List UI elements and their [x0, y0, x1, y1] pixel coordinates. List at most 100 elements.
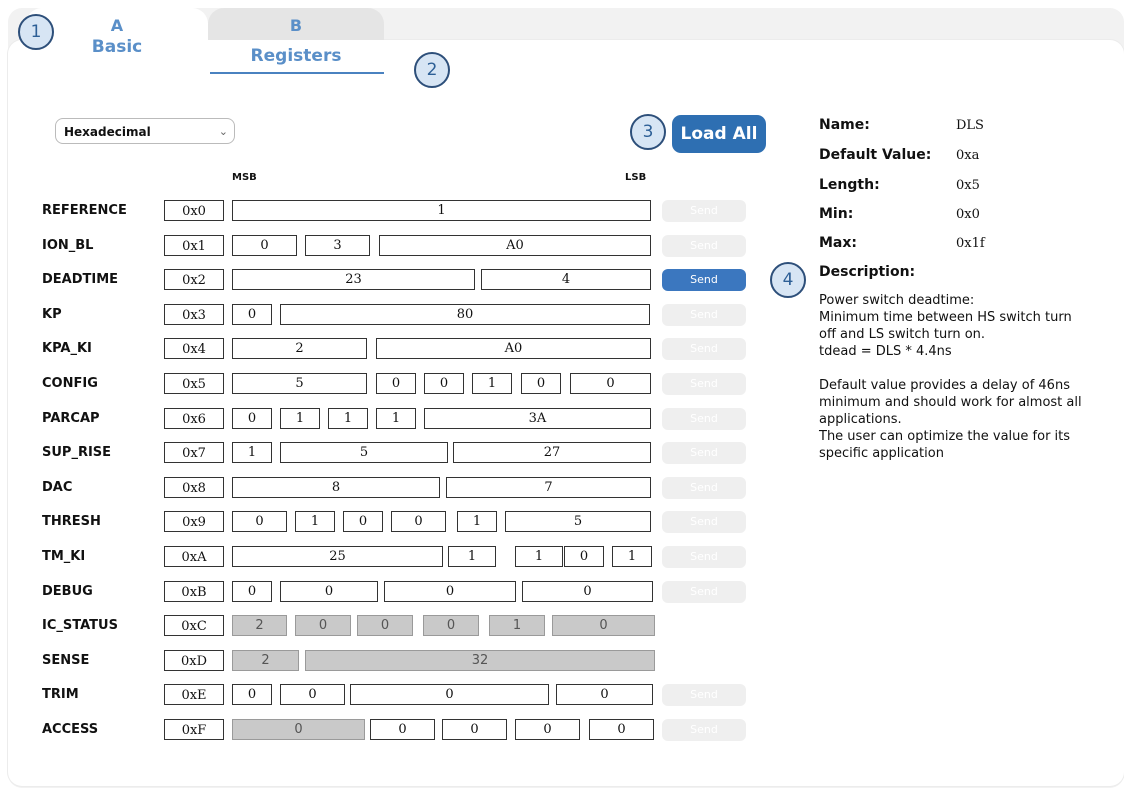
register-address: 0xB [164, 581, 224, 602]
register-name: ION_BL [42, 238, 94, 253]
description-label: Description: [819, 264, 916, 280]
send-button[interactable]: Send [662, 338, 746, 360]
callout-1: 1 [18, 14, 54, 50]
register-address: 0x3 [164, 304, 224, 325]
register-field-input[interactable]: 0 [280, 581, 378, 602]
load-all-button[interactable]: Load All [672, 115, 766, 153]
register-field-input[interactable]: 0 [589, 719, 654, 740]
register-field-input[interactable]: 0 [424, 373, 464, 394]
send-button[interactable]: Send [662, 684, 746, 706]
register-field-input[interactable]: 1 [612, 546, 652, 567]
register-field-input[interactable]: 0 [232, 684, 272, 705]
register-field-input[interactable]: 1 [295, 511, 335, 532]
register-field-input[interactable]: A0 [379, 235, 651, 256]
tab-registers-label[interactable]: Registers [208, 46, 384, 66]
register-field-input[interactable]: 3A [424, 408, 651, 429]
info-length-label: Length: [819, 177, 880, 193]
send-button[interactable]: Send [662, 442, 746, 464]
number-format-value: Hexadecimal [64, 125, 151, 139]
register-field-input[interactable]: 0 [232, 511, 287, 532]
register-field-readonly: 2 [232, 650, 299, 671]
register-address: 0x1 [164, 235, 224, 256]
register-address: 0x4 [164, 338, 224, 359]
register-field-input[interactable]: 3 [305, 235, 370, 256]
register-field-input[interactable]: 4 [481, 269, 651, 290]
register-field-input[interactable]: 0 [521, 373, 561, 394]
register-field-input[interactable]: 1 [232, 442, 272, 463]
register-field-input[interactable]: 0 [556, 684, 653, 705]
register-field-input[interactable]: 0 [384, 581, 516, 602]
register-address: 0xA [164, 546, 224, 567]
register-field-input[interactable]: 0 [232, 408, 272, 429]
register-address: 0x5 [164, 373, 224, 394]
register-name: DEBUG [42, 584, 93, 599]
send-button[interactable]: Send [662, 304, 746, 326]
info-max-value: 0x1f [956, 236, 985, 251]
register-field-input[interactable]: 0 [350, 684, 549, 705]
register-field-input[interactable]: 0 [232, 581, 272, 602]
send-button[interactable]: Send [662, 477, 746, 499]
register-field-input[interactable]: 0 [280, 684, 345, 705]
register-name: DEADTIME [42, 272, 119, 287]
register-field-input[interactable]: 7 [446, 477, 651, 498]
tab-registers[interactable]: B [208, 8, 384, 40]
register-field-input[interactable]: 1 [457, 511, 497, 532]
send-button[interactable]: Send [662, 581, 746, 603]
register-field-input[interactable]: 1 [515, 546, 563, 567]
register-field-input[interactable]: 5 [280, 442, 448, 463]
register-field-input[interactable]: 5 [505, 511, 651, 532]
register-field-input[interactable]: 8 [232, 477, 440, 498]
register-field-input[interactable]: 25 [232, 546, 443, 567]
register-field-input[interactable]: 2 [232, 338, 367, 359]
register-field-readonly: 0 [423, 615, 479, 636]
info-min-value: 0x0 [956, 207, 980, 222]
register-field-input[interactable]: 0 [522, 581, 653, 602]
register-address: 0xD [164, 650, 224, 671]
register-name: TM_KI [42, 549, 86, 564]
register-field-input[interactable]: 0 [442, 719, 507, 740]
register-field-input[interactable]: 0 [570, 373, 651, 394]
register-field-input[interactable]: 0 [564, 546, 604, 567]
register-name: SUP_RISE [42, 445, 112, 460]
send-button[interactable]: Send [662, 200, 746, 222]
register-field-input[interactable]: 80 [280, 304, 650, 325]
send-button[interactable]: Send [662, 235, 746, 257]
description-line: The user can optimize the value for its … [819, 429, 1071, 461]
register-field-input[interactable]: 1 [232, 200, 651, 221]
send-button[interactable]: Send [662, 373, 746, 395]
send-button[interactable]: Send [662, 719, 746, 741]
register-field-readonly: 0 [357, 615, 413, 636]
register-name: TRIM [42, 687, 79, 702]
register-field-input[interactable]: 1 [328, 408, 368, 429]
register-name: REFERENCE [42, 203, 127, 218]
register-field-input[interactable]: 1 [376, 408, 416, 429]
register-field-input[interactable]: 0 [370, 719, 435, 740]
register-field-input[interactable]: 1 [472, 373, 512, 394]
register-field-input[interactable]: 1 [280, 408, 320, 429]
number-format-select[interactable]: Hexadecimal ⌄ [55, 118, 235, 144]
register-field-input[interactable]: 0 [232, 235, 297, 256]
register-field-input[interactable]: A0 [376, 338, 651, 359]
register-field-input[interactable]: 5 [232, 373, 367, 394]
register-field-input[interactable]: 0 [515, 719, 580, 740]
register-address: 0xE [164, 684, 224, 705]
register-field-input[interactable]: 0 [376, 373, 416, 394]
register-field-readonly: 2 [232, 615, 287, 636]
info-default-label: Default Value: [819, 147, 932, 163]
send-button[interactable]: Send [662, 269, 746, 291]
send-button[interactable]: Send [662, 408, 746, 430]
register-address: 0xC [164, 615, 224, 636]
tab-basic[interactable]: A Basic [26, 8, 208, 78]
register-field-input[interactable]: 0 [343, 511, 383, 532]
register-address: 0x2 [164, 269, 224, 290]
register-field-input[interactable]: 1 [448, 546, 496, 567]
register-field-input[interactable]: 27 [453, 442, 651, 463]
send-button[interactable]: Send [662, 546, 746, 568]
info-max-label: Max: [819, 235, 858, 251]
description-line: tdead = DLS * 4.4ns [819, 344, 952, 359]
send-button[interactable]: Send [662, 511, 746, 533]
register-field-input[interactable]: 0 [232, 304, 272, 325]
register-field-input[interactable]: 0 [391, 511, 446, 532]
register-field-input[interactable]: 23 [232, 269, 475, 290]
tab-basic-label: Basic [91, 37, 143, 57]
